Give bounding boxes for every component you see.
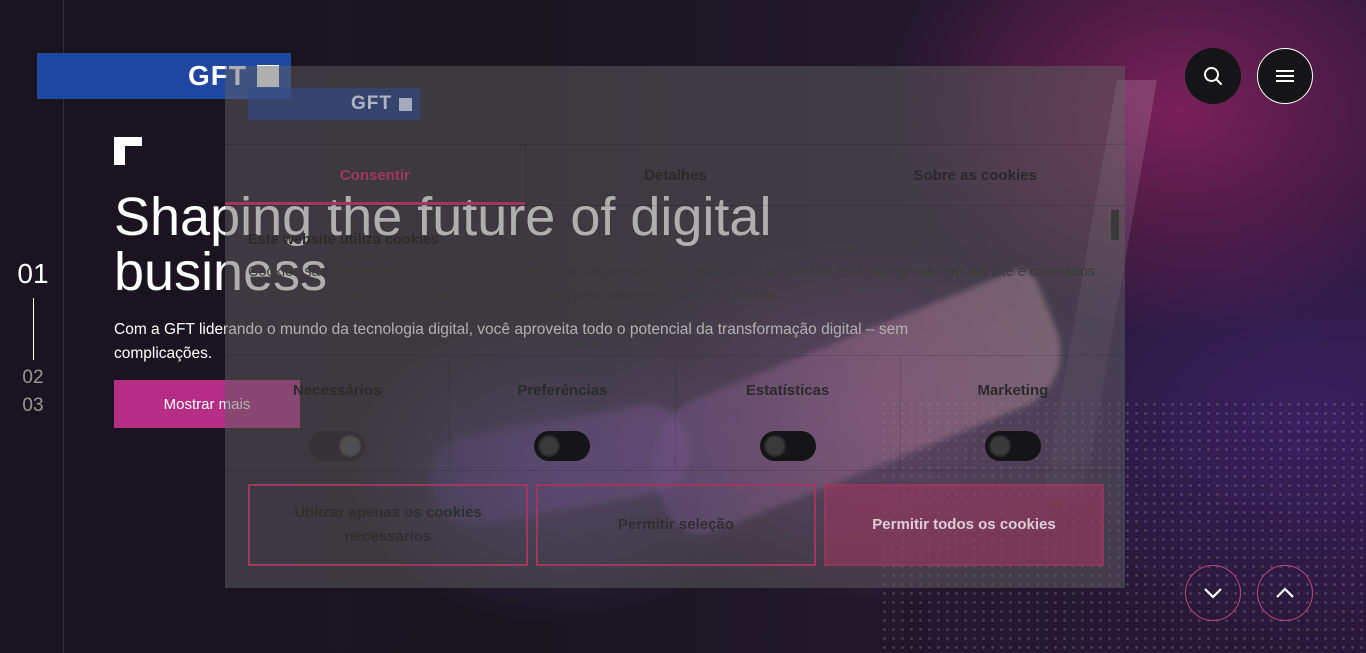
allow-all-cookies-button[interactable]: Permitir todos os cookies — [824, 484, 1104, 566]
category-label: Marketing — [977, 382, 1049, 399]
toggle-knob — [988, 435, 1011, 457]
slide-indicator-current[interactable]: 01 — [16, 258, 50, 290]
cookie-consent-dialog: GFT Consentir Detalhes Sobre as cookies … — [225, 66, 1125, 588]
toggle-estatisticas[interactable] — [759, 431, 816, 461]
cookie-actions: Utilizar apenas os cookies necessários P… — [248, 484, 1104, 566]
hamburger-menu-icon — [1276, 70, 1294, 82]
chevron-down-icon — [1204, 588, 1222, 599]
toggle-necessarios[interactable] — [309, 431, 366, 461]
toggle-marketing[interactable] — [984, 431, 1041, 461]
cookie-description: Cookies são pequenos blocos de dados cri… — [248, 264, 1096, 304]
category-preferencias: Preferências — [450, 356, 676, 470]
search-icon — [1204, 67, 1222, 85]
tab-detalhes[interactable]: Detalhes — [526, 145, 826, 205]
category-label: Necessários — [292, 382, 382, 399]
cookie-tabs: Consentir Detalhes Sobre as cookies — [225, 144, 1125, 206]
category-necessarios: Necessários — [225, 356, 451, 470]
menu-button[interactable] — [1257, 48, 1313, 104]
cookie-scrollbar[interactable] — [1111, 210, 1119, 240]
cookie-logo-square-icon — [399, 97, 412, 111]
toggle-knob — [339, 435, 362, 457]
cookie-heading: Este website utiliza cookies — [248, 232, 439, 248]
category-marketing: Marketing — [901, 356, 1125, 470]
category-label: Preferências — [517, 382, 608, 399]
cookie-logo-text: GFT — [351, 93, 392, 114]
toggle-preferencias[interactable] — [534, 431, 591, 461]
corner-bracket-icon — [114, 137, 142, 165]
scroll-down-button[interactable] — [1185, 565, 1241, 621]
toggle-knob — [763, 435, 786, 457]
slide-progress-line — [32, 298, 34, 360]
toggle-knob — [538, 435, 561, 457]
scroll-up-button[interactable] — [1257, 565, 1313, 621]
category-estatisticas: Estatísticas — [676, 356, 901, 470]
search-button[interactable] — [1185, 48, 1241, 104]
slide-indicator-3[interactable]: 03 — [16, 392, 50, 420]
slide-indicator-2[interactable]: 02 — [16, 364, 50, 392]
cookie-categories: Necessários Preferências Estatísticas Ma… — [225, 355, 1125, 471]
tab-sobre-cookies[interactable]: Sobre as cookies — [825, 145, 1125, 205]
cookie-dialog-logo: GFT — [248, 88, 420, 120]
category-label: Estatísticas — [745, 382, 830, 399]
use-necessary-cookies-button[interactable]: Utilizar apenas os cookies necessários — [248, 484, 528, 566]
tab-consentir[interactable]: Consentir — [225, 145, 526, 205]
allow-selection-button[interactable]: Permitir seleção — [536, 484, 816, 566]
slide-pagination: 01 02 03 — [16, 258, 50, 420]
chevron-up-icon — [1276, 587, 1294, 598]
